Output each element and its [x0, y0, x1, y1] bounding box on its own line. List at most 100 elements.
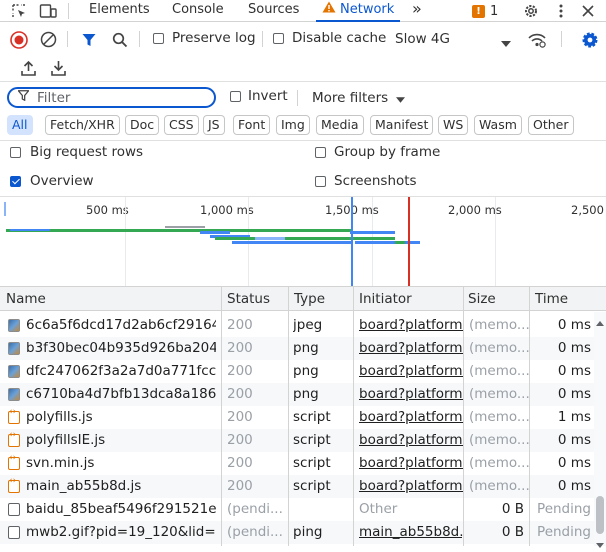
- stop-recording-icon[interactable]: [9, 30, 28, 49]
- column-divider[interactable]: [288, 286, 289, 546]
- chevron-down-icon: [396, 92, 406, 107]
- table-row[interactable]: b3f30bec04b935d926ba204... 200 png board…: [0, 337, 606, 360]
- waterfall-bar: [200, 231, 230, 234]
- timeline-range-handle[interactable]: [4, 202, 6, 216]
- overview-checkbox[interactable]: [10, 176, 21, 187]
- table-row[interactable]: baidu_85beaf5496f291521e... (pendi... Ot…: [0, 498, 606, 521]
- type-filter-js[interactable]: JS: [203, 115, 225, 135]
- request-status: 200: [227, 317, 253, 333]
- screenshots-label: Screenshots: [334, 173, 417, 189]
- search-icon[interactable]: [110, 30, 129, 49]
- column-header-size[interactable]: Size: [462, 287, 496, 311]
- request-initiator-link[interactable]: board?platform=: [359, 406, 463, 429]
- more-filters-label: More filters: [312, 90, 389, 106]
- type-filter-other[interactable]: Other: [528, 115, 574, 135]
- throttling-select[interactable]: Slow 4G: [395, 28, 515, 50]
- request-initiator-link[interactable]: board?platform=: [359, 452, 463, 475]
- table-row[interactable]: polyfills.js 200 script board?platform= …: [0, 406, 606, 429]
- import-export-toolbar: [0, 54, 606, 82]
- scrollbar-thumb[interactable]: [596, 496, 604, 534]
- network-settings-gear-icon[interactable]: [580, 30, 600, 50]
- network-conditions-icon[interactable]: [527, 30, 547, 49]
- tab-console[interactable]: Console: [172, 0, 224, 22]
- big-request-rows-checkbox[interactable]: [10, 147, 21, 158]
- more-filters-dropdown[interactable]: More filters: [312, 88, 406, 108]
- filter-funnel-icon[interactable]: [80, 30, 98, 49]
- table-row[interactable]: 6c6a5f6dcd17d2ab6cf29164... 200 jpeg boa…: [0, 314, 606, 337]
- request-type: script: [293, 455, 331, 471]
- preserve-log-checkbox[interactable]: [153, 33, 164, 44]
- type-filter-wasm[interactable]: Wasm: [474, 115, 522, 135]
- type-filter-fetch-xhr[interactable]: Fetch/XHR: [45, 115, 120, 135]
- tab-network[interactable]: Network: [316, 0, 401, 22]
- type-filter-media[interactable]: Media: [316, 115, 364, 135]
- request-initiator-link[interactable]: main_ab55b8d.js: [359, 521, 463, 544]
- screenshots-checkbox[interactable]: [315, 176, 326, 187]
- column-header-initiator[interactable]: Initiator: [353, 287, 412, 311]
- waterfall-bar: [232, 241, 352, 244]
- column-divider[interactable]: [353, 286, 354, 546]
- column-header-time[interactable]: Time: [529, 287, 568, 311]
- type-filter-doc[interactable]: Doc: [125, 115, 160, 135]
- request-name: 6c6a5f6dcd17d2ab6cf29164...: [26, 317, 216, 333]
- request-status: 200: [227, 455, 253, 471]
- tab-elements[interactable]: Elements: [89, 0, 150, 22]
- inspect-element-icon[interactable]: [10, 2, 28, 20]
- request-initiator: Other: [359, 501, 398, 517]
- request-initiator-link[interactable]: board?platform=: [359, 475, 463, 498]
- group-by-frame-checkbox[interactable]: [315, 147, 326, 158]
- more-options-icon[interactable]: [551, 1, 571, 21]
- more-tabs-button[interactable]: »: [412, 0, 422, 22]
- clear-log-icon[interactable]: [39, 30, 58, 49]
- table-row[interactable]: mwb2.gif?pid=19_120&lid=... (pendi... pi…: [0, 521, 606, 544]
- type-filter-css[interactable]: CSS: [164, 115, 199, 135]
- request-initiator-link[interactable]: board?platform=: [359, 314, 463, 337]
- type-filter-manifest[interactable]: Manifest: [370, 115, 434, 135]
- issues-counter[interactable]: ! 1: [472, 3, 498, 19]
- request-initiator-link[interactable]: board?platform=: [359, 383, 463, 406]
- table-row[interactable]: c6710ba4d7bfb13dca8a186... 200 png board…: [0, 383, 606, 406]
- download-icon[interactable]: [49, 59, 67, 77]
- request-name: main_ab55b8d.js: [26, 478, 142, 494]
- column-header-status[interactable]: Status: [221, 287, 270, 311]
- settings-gear-icon[interactable]: [521, 1, 541, 21]
- type-filter-all[interactable]: All: [7, 115, 33, 135]
- scroll-up-icon[interactable]: [596, 315, 604, 330]
- column-header-type[interactable]: Type: [288, 287, 325, 311]
- image-file-icon: [8, 319, 20, 332]
- disable-cache-checkbox[interactable]: [273, 33, 284, 44]
- request-status: 200: [227, 432, 253, 448]
- type-filter-img[interactable]: Img: [276, 115, 310, 135]
- filter-input[interactable]: Filter: [7, 87, 216, 108]
- device-toolbar-icon[interactable]: [38, 2, 58, 20]
- request-initiator-link[interactable]: board?platform=: [359, 360, 463, 383]
- document-file-icon: [8, 526, 20, 539]
- waterfall-bar: [355, 241, 420, 244]
- upload-icon[interactable]: [19, 59, 37, 77]
- column-header-name[interactable]: Name: [0, 287, 46, 311]
- scrollbar-track[interactable]: [594, 312, 606, 548]
- table-row[interactable]: main_ab55b8d.js 200 script board?platfor…: [0, 475, 606, 498]
- column-divider[interactable]: [529, 286, 530, 546]
- close-devtools-icon[interactable]: [578, 1, 598, 21]
- type-filter-font[interactable]: Font: [233, 115, 271, 135]
- table-row[interactable]: polyfillsIE.js 200 script board?platform…: [0, 429, 606, 452]
- request-name: mwb2.gif?pid=19_120&lid=...: [26, 524, 216, 540]
- timeline-tick-label: 2,500 ms: [571, 203, 606, 217]
- column-divider[interactable]: [221, 286, 222, 546]
- network-overview-timeline[interactable]: 500 ms 1,000 ms 1,500 ms 2,000 ms 2,500 …: [0, 196, 606, 287]
- type-filter-ws[interactable]: WS: [438, 115, 469, 135]
- big-request-rows-label: Big request rows: [30, 144, 144, 160]
- column-divider[interactable]: [463, 286, 464, 546]
- table-row[interactable]: svn.min.js 200 script board?platform= (m…: [0, 452, 606, 475]
- request-name: b3f30bec04b935d926ba204...: [26, 340, 216, 356]
- filter-icon: [17, 90, 30, 105]
- request-initiator-link[interactable]: board?platform=: [359, 429, 463, 452]
- scroll-down-icon[interactable]: [596, 537, 604, 552]
- invert-checkbox[interactable]: [230, 91, 241, 102]
- waterfall-bar: [10, 229, 50, 231]
- script-file-icon: [8, 430, 20, 447]
- tab-sources[interactable]: Sources: [248, 0, 299, 22]
- table-row[interactable]: dfc247062f3a2a7d0a771fcc... 200 png boar…: [0, 360, 606, 383]
- request-initiator-link[interactable]: board?platform=: [359, 337, 463, 360]
